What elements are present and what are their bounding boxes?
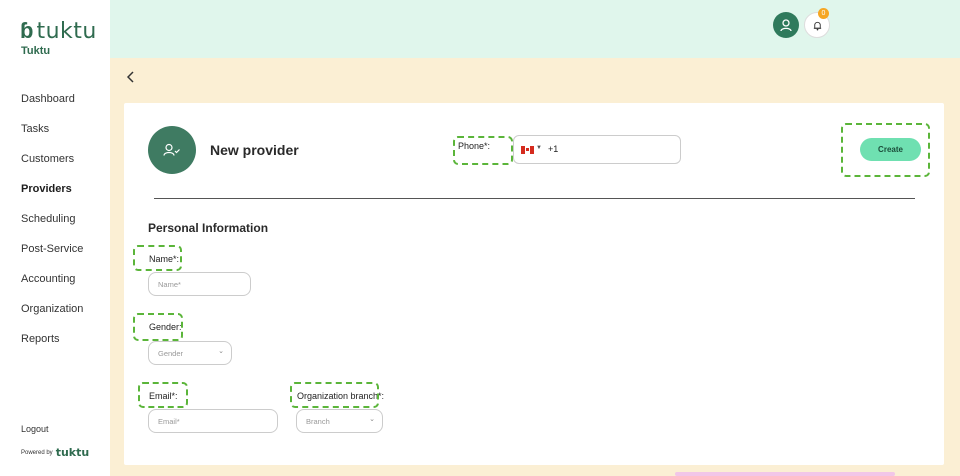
user-avatar-button[interactable] [773, 12, 799, 38]
highlight-box [133, 245, 182, 271]
logo-text: tuktu [36, 18, 97, 44]
sidebar-item-reports[interactable]: Reports [21, 332, 83, 362]
powered-by-logo: tuktu [55, 446, 90, 459]
section-title: Personal Information [148, 221, 269, 235]
sidebar-item-dashboard[interactable]: Dashboard [21, 92, 83, 122]
sidebar-item-post-service[interactable]: Post-Service [21, 242, 83, 272]
highlight-box [133, 313, 183, 341]
sidebar-item-organization[interactable]: Organization [21, 302, 83, 332]
canada-flag-icon[interactable] [521, 146, 534, 154]
back-button[interactable] [124, 70, 138, 84]
chevron-down-icon: ⌄ [218, 348, 224, 355]
branch-select[interactable]: Branch ⌄ [296, 409, 383, 433]
name-field[interactable]: Name* [148, 272, 251, 296]
bell-icon [813, 21, 821, 30]
divider [154, 198, 915, 199]
highlight-box [841, 123, 930, 177]
sidebar-item-scheduling[interactable]: Scheduling [21, 212, 83, 242]
caret-down-icon[interactable]: ▼ [536, 145, 542, 151]
email-field[interactable]: Email* [148, 409, 278, 433]
phone-value: +1 [548, 144, 559, 154]
sidebar-item-customers[interactable]: Customers [21, 152, 83, 182]
branch-placeholder: Branch [306, 417, 330, 426]
gender-select[interactable]: Gender ⌄ [148, 341, 232, 365]
phone-input[interactable]: ▼ +1 [513, 135, 681, 164]
name-placeholder: Name* [158, 280, 181, 289]
powered-by: Powered by tuktu [21, 446, 89, 459]
provider-avatar [148, 126, 196, 174]
chevron-down-icon: ⌄ [369, 416, 375, 423]
highlight-box [138, 382, 188, 408]
gender-placeholder: Gender [158, 349, 184, 358]
add-user-icon [163, 143, 180, 156]
top-bar [110, 0, 960, 58]
sidebar-item-tasks[interactable]: Tasks [21, 122, 83, 152]
sidebar-nav: Dashboard Tasks Customers Providers Sche… [21, 92, 83, 362]
sidebar-item-providers[interactable]: Providers [21, 182, 83, 212]
highlight-box [290, 382, 379, 408]
user-icon [780, 19, 792, 32]
powered-by-text: Powered by [21, 449, 53, 456]
highlight-box [453, 136, 513, 165]
toast-edge [675, 472, 895, 476]
email-placeholder: Email* [158, 417, 180, 426]
logout-link[interactable]: Logout [21, 424, 49, 434]
notification-badge: 0 [818, 8, 829, 19]
sidebar: ɓ tuktu Tuktu Dashboard Tasks Customers … [0, 0, 110, 476]
chevron-left-icon [126, 71, 134, 83]
sidebar-item-accounting[interactable]: Accounting [21, 272, 83, 302]
app-logo[interactable]: ɓ tuktu [20, 18, 97, 44]
page-title: New provider [210, 142, 299, 158]
deer-icon: ɓ [20, 18, 34, 43]
org-name: Tuktu [21, 45, 51, 57]
